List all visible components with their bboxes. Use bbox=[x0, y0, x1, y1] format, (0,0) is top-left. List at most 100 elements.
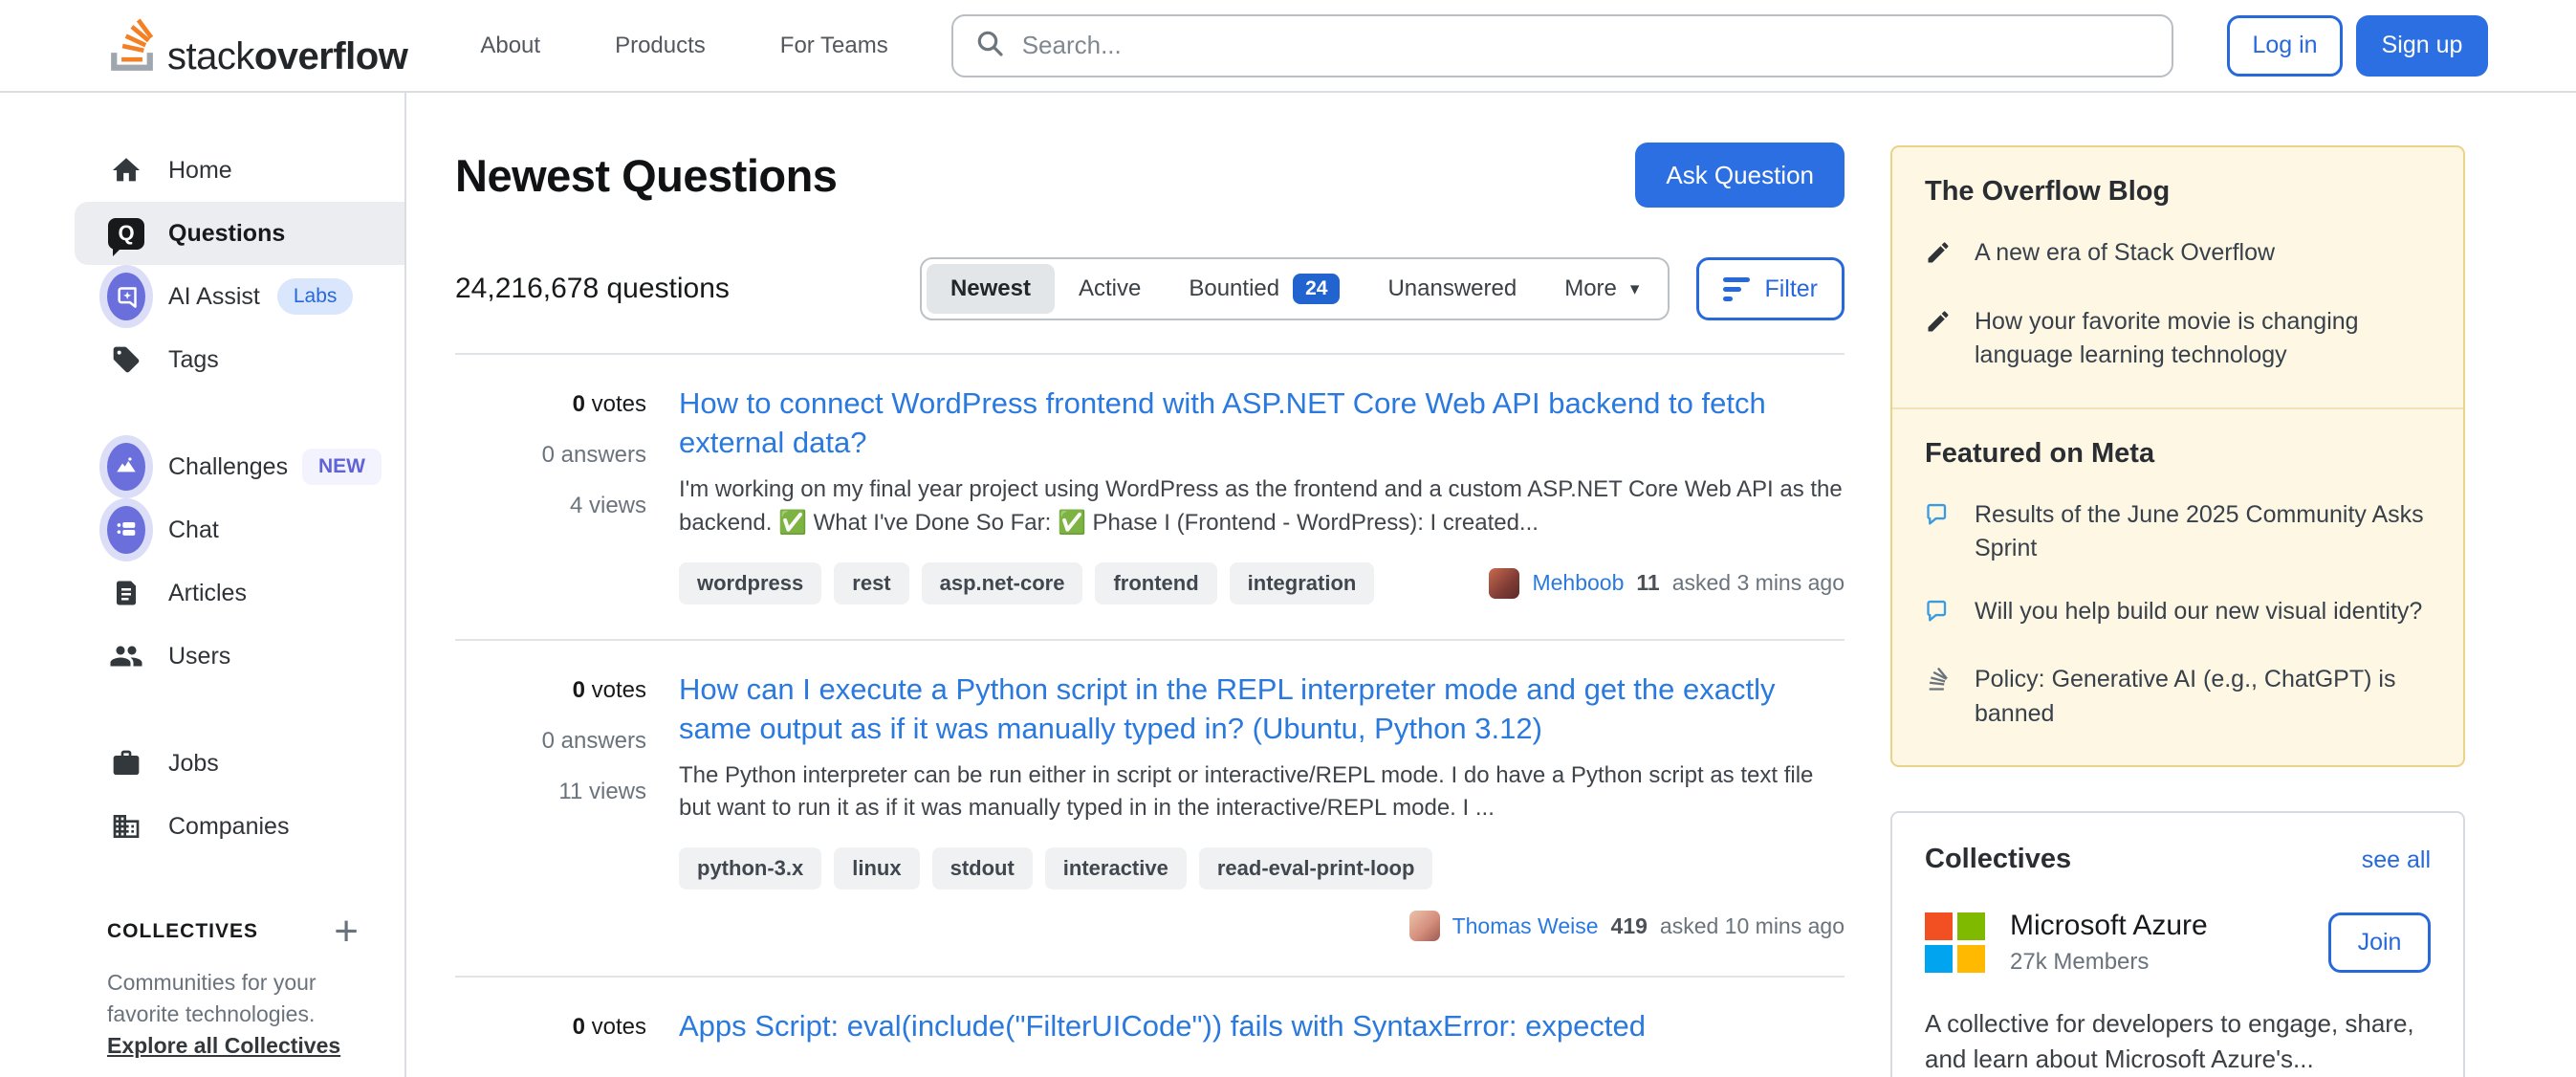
filter-button[interactable]: Filter bbox=[1696, 257, 1845, 320]
stackoverflow-logo-icon bbox=[108, 15, 156, 76]
question-tags: python-3.x linux stdout interactive read… bbox=[679, 847, 1432, 890]
tag[interactable]: read-eval-print-loop bbox=[1199, 847, 1433, 890]
home-icon bbox=[107, 154, 145, 187]
collectives-section-header: COLLECTIVES + bbox=[107, 919, 359, 944]
author-name-link[interactable]: Mehboob bbox=[1532, 570, 1624, 596]
sidebar-item-jobs[interactable]: Jobs bbox=[75, 732, 404, 795]
author-reputation: 11 bbox=[1636, 570, 1659, 596]
sidebar-item-articles[interactable]: Articles bbox=[75, 561, 404, 625]
tag[interactable]: interactive bbox=[1045, 847, 1187, 890]
signup-button[interactable]: Sign up bbox=[2356, 15, 2488, 77]
question-excerpt: I'm working on my final year project usi… bbox=[679, 473, 1845, 538]
login-button[interactable]: Log in bbox=[2227, 15, 2343, 77]
sidebar-item-label: Tags bbox=[168, 346, 219, 374]
tags-icon bbox=[107, 344, 145, 375]
asked-time: asked 10 mins ago bbox=[1660, 913, 1845, 939]
sidebar-item-label: Challenges bbox=[168, 453, 288, 481]
tab-newest[interactable]: Newest bbox=[927, 264, 1055, 314]
search-input[interactable]: Search... bbox=[951, 14, 2173, 77]
tab-unanswered[interactable]: Unanswered bbox=[1364, 264, 1540, 314]
companies-icon bbox=[107, 811, 145, 842]
meta-item[interactable]: Policy: Generative AI (e.g., ChatGPT) is… bbox=[1925, 663, 2431, 731]
tab-more[interactable]: More ▾ bbox=[1540, 264, 1663, 314]
explore-collectives-link[interactable]: Explore all Collectives bbox=[107, 1033, 340, 1058]
sidebar-item-ai-assist[interactable]: AI Assist Labs bbox=[75, 265, 404, 328]
collective-members: 27k Members bbox=[2010, 949, 2208, 976]
sidebar-group-gap bbox=[0, 688, 404, 732]
tag[interactable]: python-3.x bbox=[679, 847, 821, 890]
right-sidebar: The Overflow Blog A new era of Stack Ove… bbox=[1890, 93, 2465, 1077]
tag[interactable]: integration bbox=[1230, 562, 1375, 604]
bountied-count-badge: 24 bbox=[1293, 274, 1340, 304]
sidebar-item-companies[interactable]: Companies bbox=[75, 795, 404, 858]
meta-widget-title: Featured on Meta bbox=[1925, 438, 2431, 470]
question-tags: wordpress rest asp.net-core frontend int… bbox=[679, 562, 1374, 604]
blog-widget-title: The Overflow Blog bbox=[1925, 176, 2431, 208]
question-row: 0 votes Apps Script: eval(include("Filte… bbox=[455, 978, 1845, 1077]
collective-description: A collective for developers to engage, s… bbox=[1925, 1006, 2431, 1077]
avatar[interactable] bbox=[1409, 911, 1440, 941]
collective-name[interactable]: Microsoft Azure bbox=[2010, 910, 2208, 942]
asked-time: asked 3 mins ago bbox=[1672, 570, 1845, 596]
collectives-title: COLLECTIVES bbox=[107, 920, 258, 943]
tab-active[interactable]: Active bbox=[1055, 264, 1165, 314]
chat-icon bbox=[107, 506, 145, 554]
question-stats: 0 votes bbox=[455, 1006, 646, 1065]
top-bar: stackoverflow About Products For Teams S… bbox=[0, 0, 2576, 93]
sidebar-item-label: Chat bbox=[168, 517, 219, 544]
author-name-link[interactable]: Thomas Weise bbox=[1452, 913, 1599, 939]
sidebar-item-questions[interactable]: Q Questions bbox=[75, 202, 404, 265]
sidebar-item-label: Home bbox=[168, 157, 232, 185]
ask-question-button[interactable]: Ask Question bbox=[1635, 143, 1845, 208]
meta-item[interactable]: Results of the June 2025 Community Asks … bbox=[1925, 498, 2431, 566]
blog-item[interactable]: How your favorite movie is changing lang… bbox=[1925, 305, 2431, 373]
question-row: 0 votes 0 answers 4 views How to connect… bbox=[455, 355, 1845, 641]
stackexchange-icon bbox=[1925, 663, 1954, 731]
avatar[interactable] bbox=[1489, 568, 1519, 599]
sidebar-item-label: Companies bbox=[168, 813, 289, 841]
jobs-icon bbox=[107, 748, 145, 779]
nav-for-teams[interactable]: For Teams bbox=[780, 33, 888, 59]
question-stats: 0 votes 0 answers 11 views bbox=[455, 670, 646, 942]
sidebar-item-home[interactable]: Home bbox=[75, 139, 404, 202]
sidebar-item-users[interactable]: Users bbox=[75, 625, 404, 688]
question-excerpt: The Python interpreter can be run either… bbox=[679, 759, 1845, 824]
tab-bountied[interactable]: Bountied 24 bbox=[1165, 264, 1364, 314]
question-title-link[interactable]: Apps Script: eval(include("FilterUICode"… bbox=[679, 1006, 1845, 1045]
see-all-link[interactable]: see all bbox=[2362, 846, 2431, 874]
meta-item[interactable]: Will you help build our new visual ident… bbox=[1925, 595, 2431, 635]
sidebar-item-challenges[interactable]: Challenges NEW bbox=[75, 435, 404, 498]
question-count: 24,216,678 questions bbox=[455, 273, 730, 305]
tag[interactable]: rest bbox=[834, 562, 908, 604]
search-placeholder: Search... bbox=[1022, 31, 1122, 60]
overflow-blog-widget: The Overflow Blog A new era of Stack Ove… bbox=[1890, 145, 2465, 767]
sidebar-group-gap bbox=[0, 391, 404, 435]
question-title-link[interactable]: How can I execute a Python script in the… bbox=[679, 670, 1845, 748]
sidebar-item-label: Questions bbox=[168, 220, 285, 248]
page-content: Home Q Questions AI Assist Labs Tags bbox=[0, 93, 2576, 1077]
questions-icon: Q bbox=[107, 218, 145, 250]
question-author: Mehboob 11 asked 3 mins ago bbox=[1489, 568, 1845, 599]
page-title: Newest Questions bbox=[455, 149, 837, 202]
blog-item[interactable]: A new era of Stack Overflow bbox=[1925, 236, 2431, 276]
filter-tabs: Newest Active Bountied 24 Unanswered Mor… bbox=[920, 257, 1670, 320]
tag[interactable]: linux bbox=[834, 847, 919, 890]
tag[interactable]: wordpress bbox=[679, 562, 821, 604]
nav-products[interactable]: Products bbox=[615, 33, 706, 59]
challenges-icon bbox=[107, 443, 145, 491]
sidebar-item-label: AI Assist bbox=[168, 283, 260, 311]
tag[interactable]: stdout bbox=[932, 847, 1033, 890]
nav-about[interactable]: About bbox=[480, 33, 540, 59]
stackoverflow-logo-text: stackoverflow bbox=[167, 37, 407, 76]
new-badge: NEW bbox=[302, 449, 382, 485]
tag[interactable]: asp.net-core bbox=[922, 562, 1083, 604]
question-title-link[interactable]: How to connect WordPress frontend with A… bbox=[679, 384, 1845, 462]
join-button[interactable]: Join bbox=[2328, 912, 2431, 973]
author-reputation: 419 bbox=[1611, 913, 1648, 939]
sidebar-item-chat[interactable]: Chat bbox=[75, 498, 404, 561]
top-nav: About Products For Teams bbox=[480, 33, 887, 59]
stackoverflow-logo[interactable]: stackoverflow bbox=[108, 15, 407, 76]
tag[interactable]: frontend bbox=[1095, 562, 1216, 604]
add-collective-icon[interactable]: + bbox=[334, 919, 359, 944]
sidebar-item-tags[interactable]: Tags bbox=[75, 328, 404, 391]
